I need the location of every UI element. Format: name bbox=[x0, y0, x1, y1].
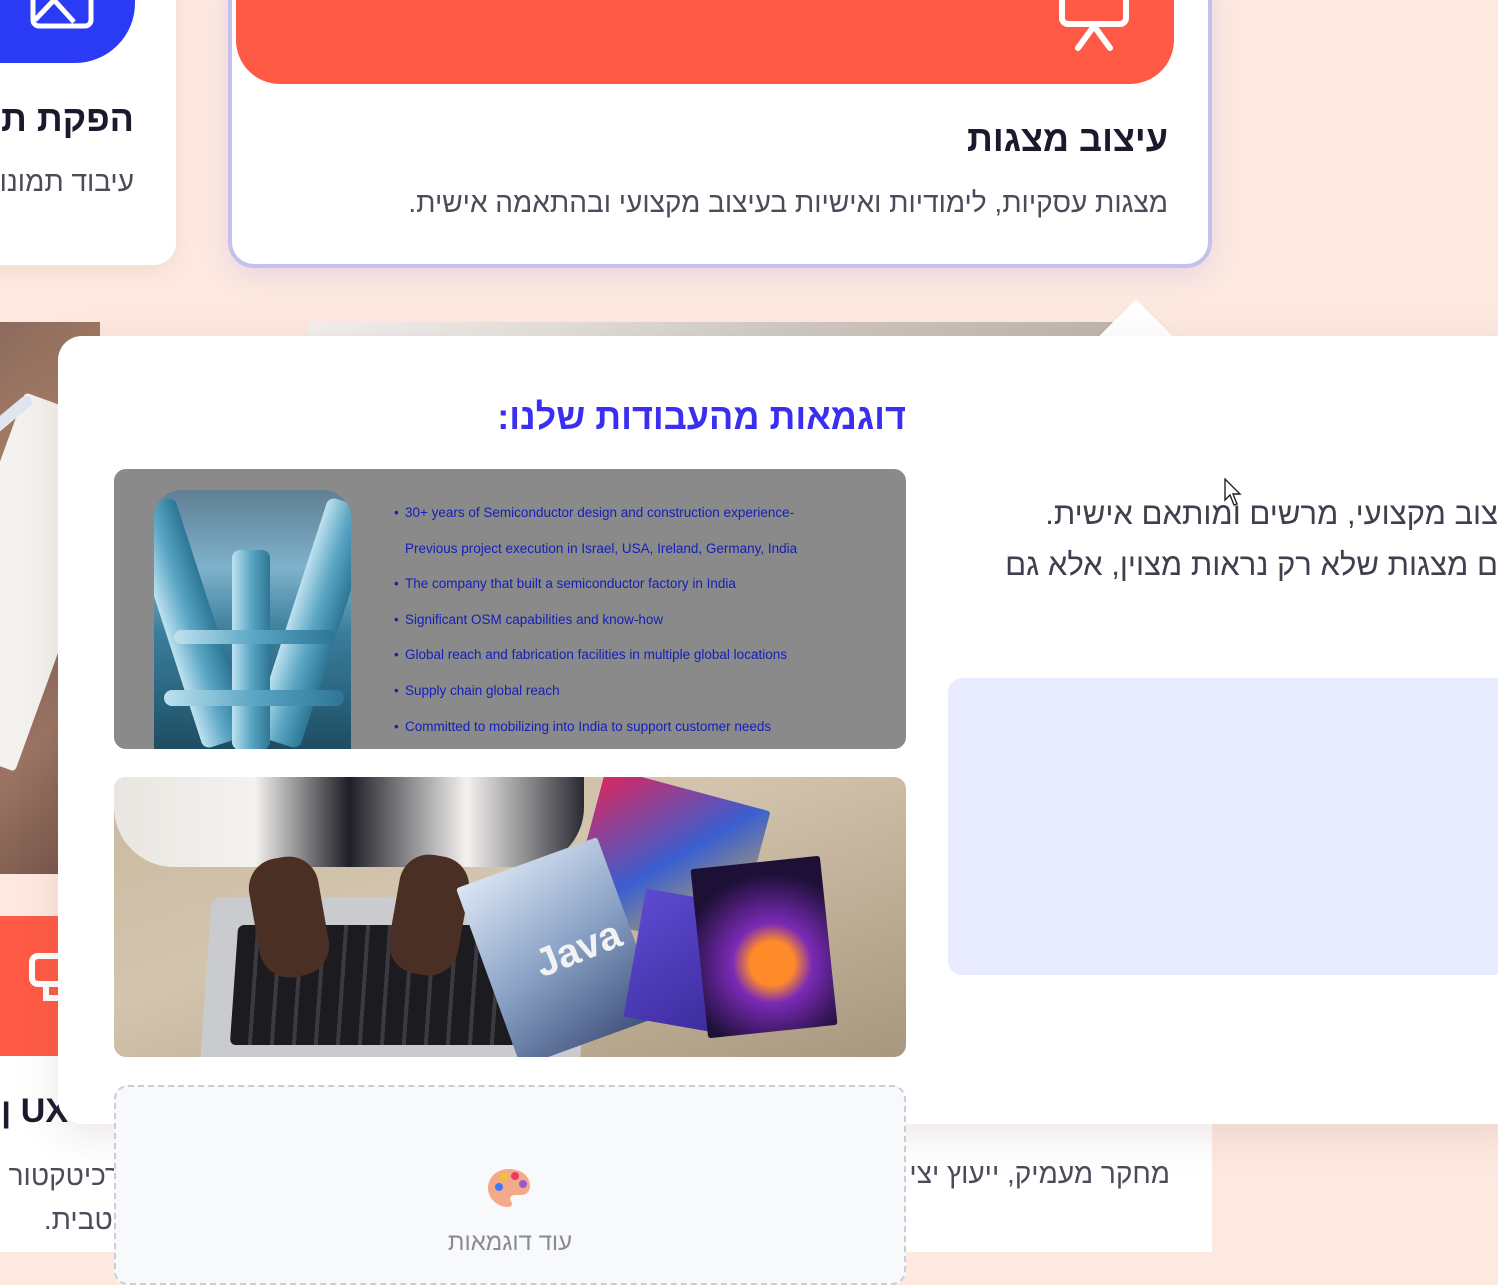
card-title: עיצוב מצגות bbox=[967, 118, 1168, 159]
industrial-pipes-image bbox=[154, 490, 351, 749]
book-shape bbox=[690, 855, 838, 1039]
more-examples-label: עוד דוגמאות bbox=[447, 1229, 573, 1256]
slide-bullet: Global reach and fabrication facilities … bbox=[394, 637, 797, 673]
video-placeholder[interactable] bbox=[948, 678, 1498, 975]
card-header-band bbox=[0, 916, 60, 1056]
service-description: צוב מקצועי, מרשים ומותאם אישית. ם מצגות … bbox=[938, 488, 1498, 590]
gallery-title: דוגמאות מהעבודות שלנו: bbox=[497, 396, 906, 437]
service-card-image-production[interactable]: הפקת ת עיבוד תמונו bbox=[0, 0, 176, 265]
card-description: מחקר מעמיק, ייעוץ יצי bbox=[909, 1158, 1170, 1189]
mouse-cursor-icon bbox=[1224, 478, 1242, 506]
person-sweater bbox=[114, 777, 584, 867]
gallery-item-slide[interactable]: 30+ years of Semiconductor design and co… bbox=[114, 469, 906, 749]
slide-bullet: Previous project execution in Israel, US… bbox=[405, 540, 798, 556]
card-description: רכיטקטור bbox=[8, 1160, 120, 1191]
slide-bullet: Supply chain global reach bbox=[394, 673, 797, 709]
slide-bullet: 30+ years of Semiconductor design and co… bbox=[394, 495, 797, 531]
more-examples-button[interactable]: עוד דוגמאות bbox=[114, 1085, 906, 1285]
palette-icon bbox=[488, 1169, 530, 1207]
card-title: הפקת ת bbox=[0, 98, 134, 139]
image-icon bbox=[30, 0, 94, 29]
slide-bullet: Significant OSM capabilities and know-ho… bbox=[394, 602, 797, 638]
gallery-item-photo[interactable]: Java bbox=[114, 777, 906, 1057]
card-description: מצגות עסקיות, לימודיות ואישיות בעיצוב מק… bbox=[408, 187, 1168, 218]
screen-icon bbox=[29, 953, 60, 1001]
slide-bullet-list: 30+ years of Semiconductor design and co… bbox=[394, 495, 797, 744]
service-card-research[interactable]: מחקר מעמיק, ייעוץ יצי bbox=[906, 1110, 1212, 1252]
card-description: יטבית. bbox=[43, 1204, 120, 1235]
description-line: ם מצגות שלא רק נראות מצוין, אלא גם bbox=[1005, 547, 1498, 582]
presentation-icon bbox=[1059, 0, 1129, 51]
card-header-band bbox=[236, 0, 1174, 84]
slide-bullet: Committed to mobilizing into India to su… bbox=[394, 709, 797, 745]
card-description: עיבוד תמונו bbox=[0, 166, 134, 197]
service-card-presentation-design[interactable]: עיצוב מצגות מצגות עסקיות, לימודיות ואישי… bbox=[228, 0, 1212, 268]
slide-bullet: The company that built a semiconductor f… bbox=[394, 566, 797, 602]
description-line: צוב מקצועי, מרשים ומותאם אישית. bbox=[1045, 496, 1498, 531]
